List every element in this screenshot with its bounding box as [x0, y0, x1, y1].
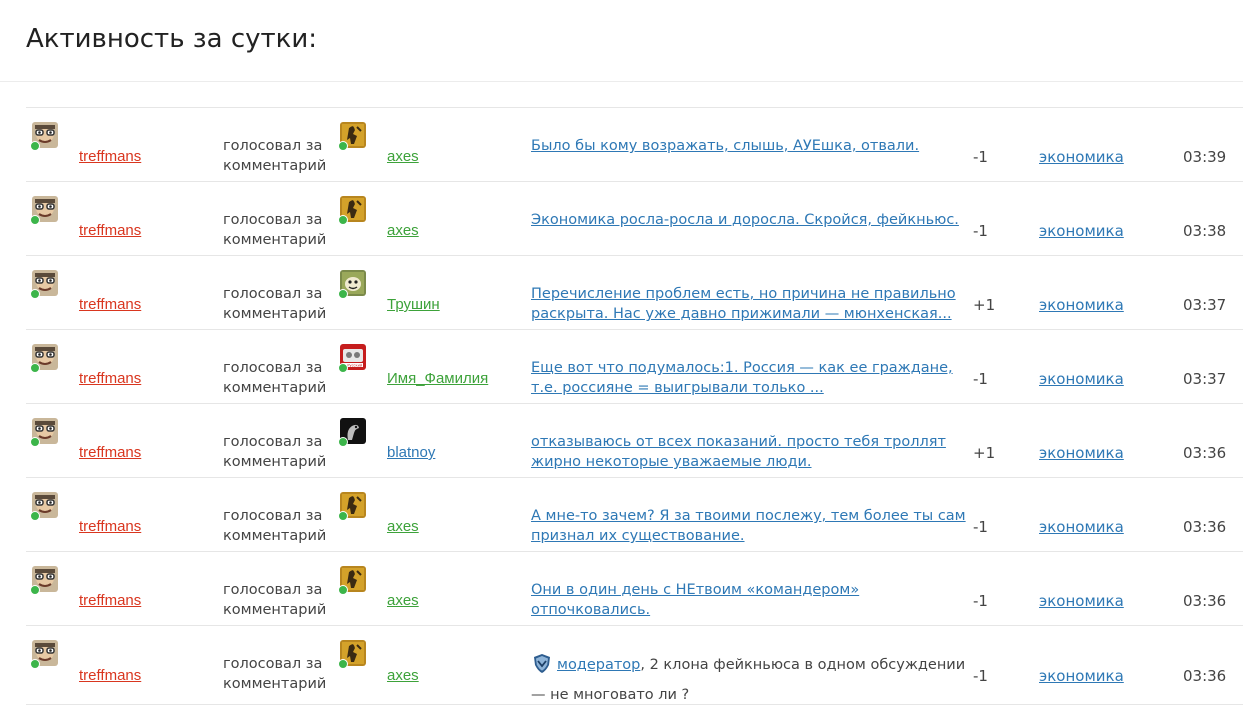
vote-value: +1 [973, 444, 996, 462]
time-stamp: 03:38 [1183, 222, 1227, 240]
vote-value: -1 [973, 592, 988, 610]
time-stamp: 03:36 [1183, 667, 1227, 685]
comment-link[interactable]: А мне-то зачем? Я за твоими послежу, тем… [531, 506, 967, 546]
comment-link[interactable]: Они в один день с НЕтвоим «командером» о… [531, 580, 967, 620]
page-header: Активность за сутки: [0, 0, 1243, 82]
activity-row: treffmans голосовал за комментарий axes … [26, 626, 1243, 705]
vote-value: -1 [973, 370, 988, 388]
moderator-shield-icon [531, 652, 553, 683]
page-title: Активность за сутки: [26, 24, 318, 54]
action-text: голосовал за комментарий [223, 582, 327, 618]
comment-link[interactable]: Еще вот что подумалось:1. Россия — как е… [531, 358, 967, 398]
action-text: голосовал за комментарий [223, 508, 327, 544]
comment-link[interactable]: отказываюсь от всех показаний. просто те… [531, 432, 967, 472]
time-stamp: 03:37 [1183, 370, 1227, 388]
target-user-link[interactable]: axes [387, 592, 419, 609]
time-stamp: 03:39 [1183, 148, 1227, 166]
target-user-link[interactable]: Имя_Фамилия [387, 370, 488, 387]
username-link[interactable]: treffmans [79, 370, 141, 387]
action-text: голосовал за комментарий [223, 360, 327, 396]
time-stamp: 03:36 [1183, 518, 1227, 536]
online-indicator-icon [30, 511, 40, 521]
category-link[interactable]: экономика [1039, 518, 1124, 536]
vote-value: +1 [973, 296, 996, 314]
activity-row: treffmans голосовал за комментарий axes … [26, 552, 1243, 626]
comment-link[interactable]: Экономика росла-росла и доросла. Скройся… [531, 210, 967, 230]
target-user-link[interactable]: axes [387, 222, 419, 239]
username-link[interactable]: treffmans [79, 296, 141, 313]
target-user-link[interactable]: axes [387, 148, 419, 165]
username-link[interactable]: treffmans [79, 222, 141, 239]
category-link[interactable]: экономика [1039, 370, 1124, 388]
username-link[interactable]: treffmans [79, 518, 141, 535]
moderator-link[interactable]: модератор [557, 657, 640, 673]
online-indicator-icon [338, 659, 348, 669]
username-link[interactable]: treffmans [79, 148, 141, 165]
category-link[interactable]: экономика [1039, 444, 1124, 462]
online-indicator-icon [338, 141, 348, 151]
activity-row: treffmans голосовал за комментарий blatn… [26, 404, 1243, 478]
target-user-link[interactable]: axes [387, 667, 419, 684]
vote-value: -1 [973, 667, 988, 685]
action-text: голосовал за комментарий [223, 286, 327, 322]
action-text: голосовал за комментарий [223, 212, 327, 248]
comment-link[interactable]: Было бы кому возражать, слышь, АУЕшка, о… [531, 136, 967, 156]
activity-row: treffmans голосовал за комментарий Я Рус… [26, 330, 1243, 404]
online-indicator-icon [338, 437, 348, 447]
comment-link[interactable]: Перечисление проблем есть, но причина не… [531, 284, 967, 324]
online-indicator-icon [30, 659, 40, 669]
activity-row: treffmans голосовал за комментарий Труши… [26, 256, 1243, 330]
username-link[interactable]: treffmans [79, 667, 141, 684]
category-link[interactable]: экономика [1039, 148, 1124, 166]
online-indicator-icon [338, 215, 348, 225]
online-indicator-icon [338, 289, 348, 299]
online-indicator-icon [30, 289, 40, 299]
category-link[interactable]: экономика [1039, 592, 1124, 610]
comment-text: модератор, 2 клона фейкньюса в одном обс… [531, 652, 967, 708]
time-stamp: 03:36 [1183, 444, 1227, 462]
target-user-link[interactable]: axes [387, 518, 419, 535]
action-text: голосовал за комментарий [223, 138, 327, 174]
activity-table: treffmans голосовал за комментарий axes … [26, 107, 1243, 705]
online-indicator-icon [338, 363, 348, 373]
online-indicator-icon [30, 141, 40, 151]
action-text: голосовал за комментарий [223, 656, 327, 692]
category-link[interactable]: экономика [1039, 296, 1124, 314]
category-link[interactable]: экономика [1039, 667, 1124, 685]
time-stamp: 03:37 [1183, 296, 1227, 314]
username-link[interactable]: treffmans [79, 444, 141, 461]
online-indicator-icon [30, 585, 40, 595]
action-text: голосовал за комментарий [223, 434, 327, 470]
activity-row: treffmans голосовал за комментарий axes … [26, 108, 1243, 182]
online-indicator-icon [30, 215, 40, 225]
time-stamp: 03:36 [1183, 592, 1227, 610]
target-user-link[interactable]: blatnoy [387, 444, 435, 461]
username-link[interactable]: treffmans [79, 592, 141, 609]
online-indicator-icon [338, 511, 348, 521]
vote-value: -1 [973, 148, 988, 166]
activity-row: treffmans голосовал за комментарий axes … [26, 478, 1243, 552]
category-link[interactable]: экономика [1039, 222, 1124, 240]
online-indicator-icon [30, 363, 40, 373]
vote-value: -1 [973, 222, 988, 240]
target-user-link[interactable]: Трушин [387, 296, 440, 313]
online-indicator-icon [30, 437, 40, 447]
activity-row: treffmans голосовал за комментарий axes … [26, 182, 1243, 256]
online-indicator-icon [338, 585, 348, 595]
vote-value: -1 [973, 518, 988, 536]
